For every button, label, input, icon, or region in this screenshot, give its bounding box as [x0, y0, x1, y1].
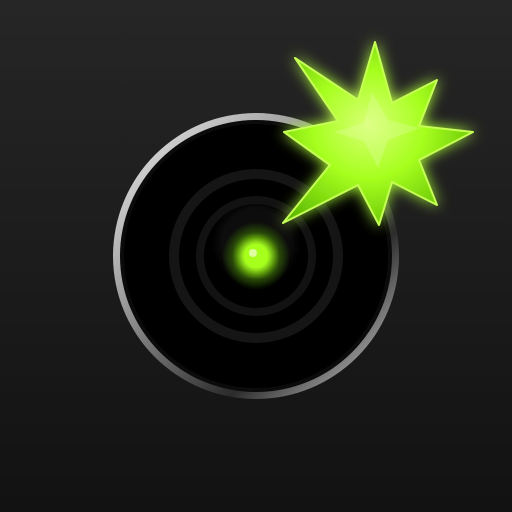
lens-center-dot: [244, 244, 268, 268]
lens-center-dot-highlight: [249, 249, 257, 257]
app-icon: [0, 0, 512, 512]
app-icon-graphic: [0, 0, 512, 512]
